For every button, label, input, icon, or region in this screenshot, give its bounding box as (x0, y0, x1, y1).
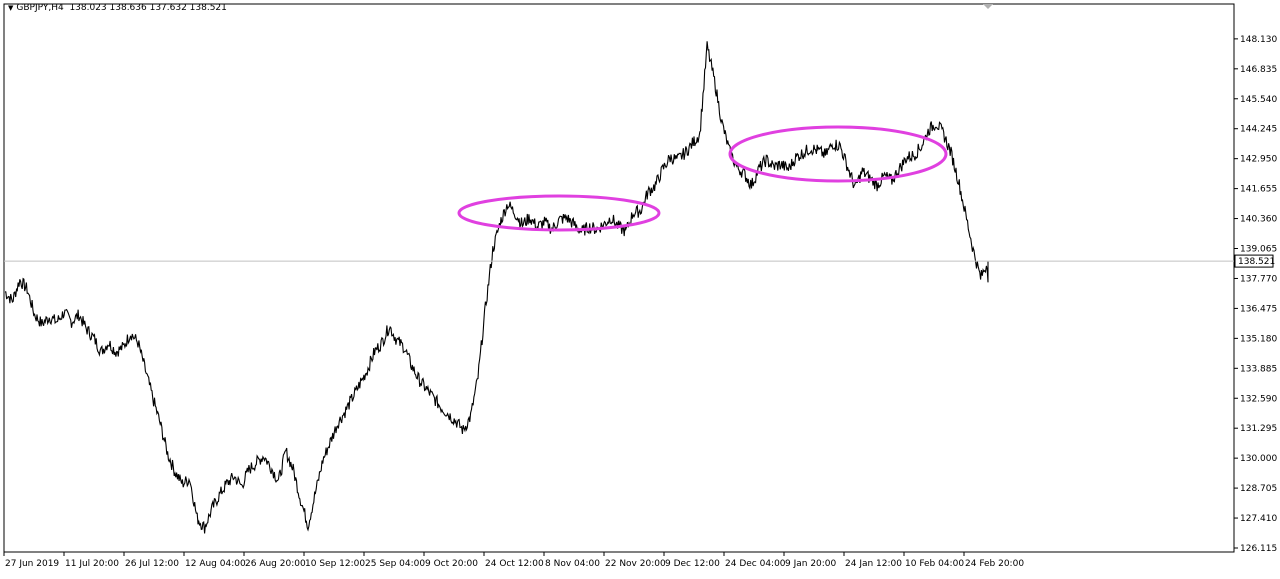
y-tick-label: 140.360 (1240, 215, 1277, 225)
y-tick-label: 126.115 (1240, 544, 1277, 554)
y-tick-label: 141.655 (1240, 185, 1277, 195)
price-chart-svg[interactable]: 148.130 146.835 145.540 144.245 142.950 141.6… (0, 0, 1280, 575)
x-tick-label: 24 Jan 12:00 (845, 559, 902, 569)
x-tick-label: 9 Dec 12:00 (665, 559, 720, 569)
y-tick-label: 128.705 (1240, 484, 1277, 494)
x-tick-label: 25 Sep 04:00 (365, 559, 425, 569)
x-tick-label: 12 Aug 04:00 (185, 559, 246, 569)
plot-frame (3, 3, 1235, 553)
price-line (4, 41, 989, 534)
symbol-timeframe: GBPJPY,H4 (16, 3, 64, 13)
x-tick-label: 24 Oct 12:00 (485, 559, 544, 569)
scroll-marker-icon (983, 4, 993, 9)
y-tick-label: 137.770 (1240, 274, 1277, 284)
highlight-ellipse-2 (728, 125, 948, 183)
dropdown-triangle-icon[interactable]: ▼ (8, 4, 13, 12)
x-tick-label: 22 Nov 20:00 (605, 559, 666, 569)
x-tick-label: 11 Jul 20:00 (65, 559, 119, 569)
y-tick-label: 127.410 (1240, 514, 1277, 524)
x-tick-label: 27 Jun 2019 (5, 559, 59, 569)
x-tick-label: 8 Nov 04:00 (545, 559, 600, 569)
y-tick-label: 132.590 (1240, 394, 1277, 404)
x-tick-label: 9 Jan 20:00 (785, 559, 837, 569)
y-tick-label: 145.540 (1240, 95, 1277, 105)
x-tick-label: 26 Jul 12:00 (125, 559, 179, 569)
x-tick-label: 9 Oct 20:00 (425, 559, 478, 569)
y-tick-label: 139.065 (1240, 245, 1277, 255)
y-tick-label: 142.950 (1240, 155, 1277, 165)
y-tick-label: 146.835 (1240, 65, 1277, 75)
chart-area[interactable]: ▼ GBPJPY,H4 138.023 138.636 137.632 138.5… (0, 0, 1280, 575)
ohlc-values: 138.023 138.636 137.632 138.521 (69, 3, 227, 13)
y-tick-label: 136.475 (1240, 304, 1277, 314)
y-tick-label: 133.885 (1240, 364, 1277, 374)
y-tick-label: 130.000 (1240, 454, 1277, 464)
x-tick-label: 10 Sep 12:00 (305, 559, 365, 569)
x-tick-label: 24 Dec 04:00 (725, 559, 786, 569)
chart-header: ▼ GBPJPY,H4 138.023 138.636 137.632 138.5… (8, 3, 227, 13)
x-tick-label: 10 Feb 04:00 (905, 559, 964, 569)
y-tick-label: 131.295 (1240, 424, 1277, 434)
x-tick-label: 24 Feb 20:00 (965, 559, 1024, 569)
y-tick-label: 148.130 (1240, 35, 1277, 45)
y-tick-label: 144.245 (1240, 125, 1277, 135)
y-tick-label: 135.180 (1240, 334, 1277, 344)
current-price-label: 138.521 (1238, 257, 1275, 267)
highlight-ellipse-1 (457, 194, 661, 232)
x-tick-label: 26 Aug 20:00 (245, 559, 306, 569)
